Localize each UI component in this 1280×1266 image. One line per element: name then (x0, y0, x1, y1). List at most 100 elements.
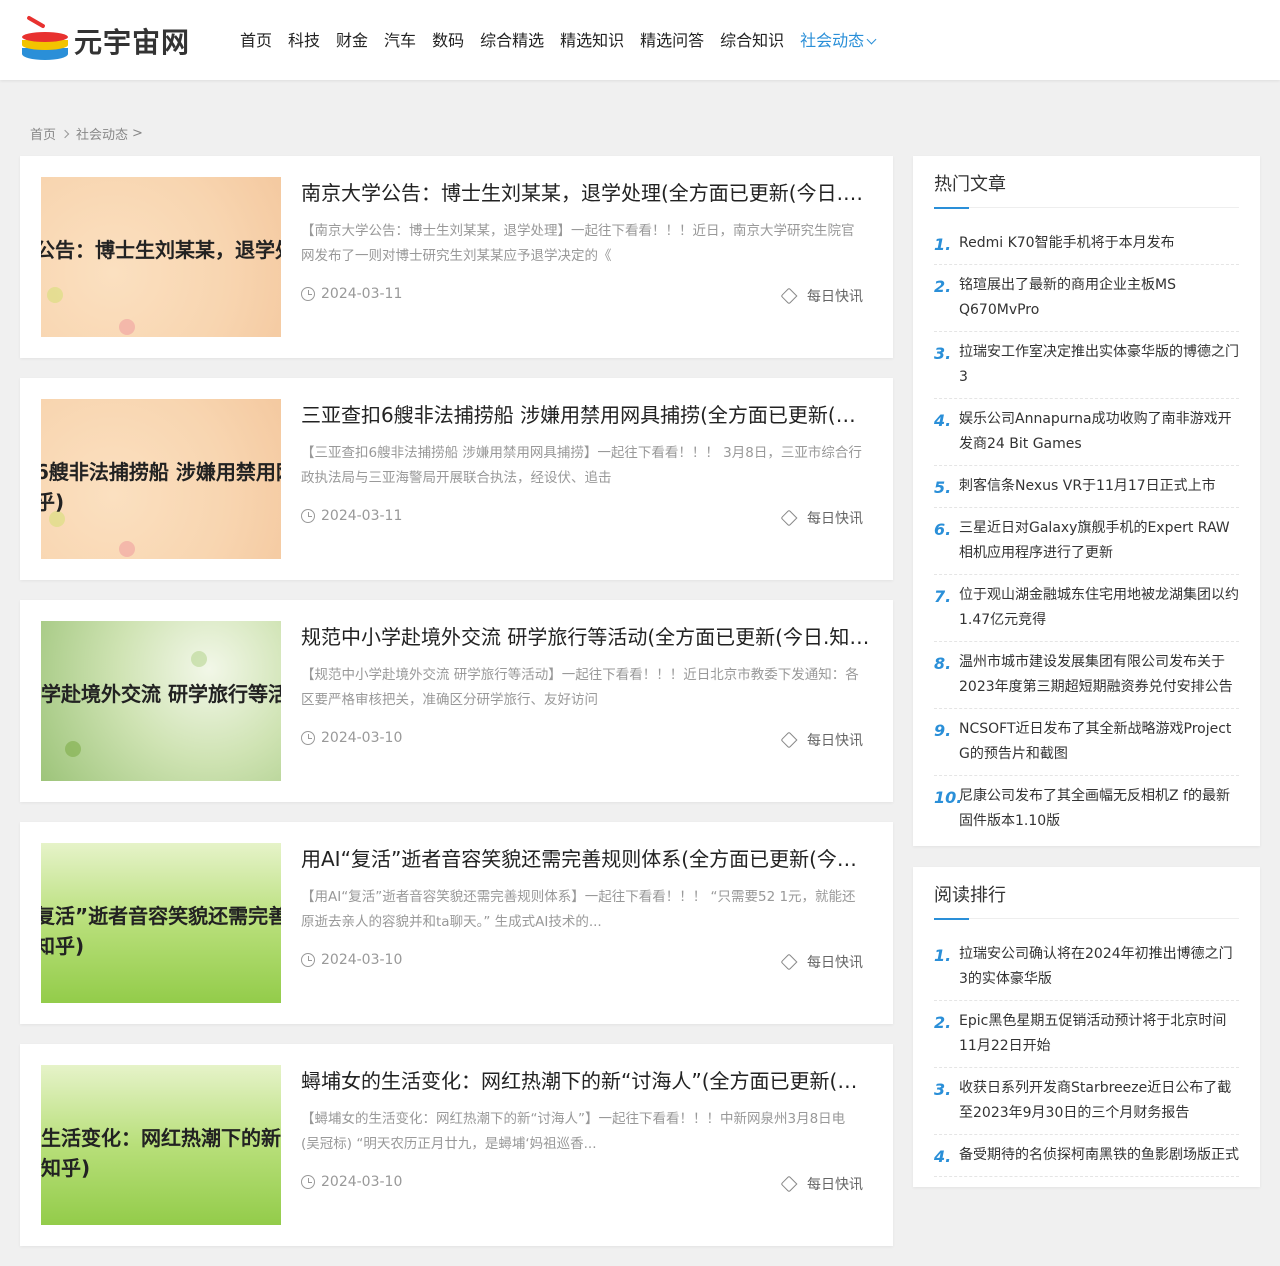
list-item[interactable]: 10. 尼康公司发布了其全画幅无反相机Z f的最新固件版本1.10版 (934, 776, 1239, 842)
list-item-text: 尼康公司发布了其全画幅无反相机Z f的最新固件版本1.10版 (959, 788, 1230, 829)
article-tag[interactable]: 每日快讯 (780, 952, 863, 972)
article-date-text: 2024-03-11 (321, 508, 403, 524)
list-item[interactable]: 5. 刺客信条Nexus VR于11月17日正式上市 (934, 466, 1239, 508)
rank-number: 5. (934, 478, 952, 497)
article-date-text: 2024-03-11 (321, 286, 403, 302)
tag-icon (780, 509, 798, 527)
nav-item-featured[interactable]: 综合精选 (480, 28, 544, 54)
article-title[interactable]: 南京大学公告：博士生刘某某，退学处理(全方面已更新(今日.知乎) (301, 178, 871, 208)
clock-icon (301, 953, 315, 967)
thumbnail-caption: 学赴境外交流 研学旅行等活动 (41, 682, 281, 706)
list-item-text: Redmi K70智能手机将于本月发布 (959, 235, 1175, 251)
clock-icon (301, 1175, 315, 1189)
nav-item-social[interactable]: 社会动态 (800, 28, 877, 54)
article-date-text: 2024-03-10 (321, 1174, 403, 1190)
list-item-text: 三星近日对Galaxy旗舰手机的Expert RAW相机应用程序进行了更新 (959, 520, 1230, 561)
article-thumbnail[interactable]: 学赴境外交流 研学旅行等活动 (41, 621, 281, 781)
nav-item-knowledge[interactable]: 精选知识 (560, 28, 624, 54)
article-thumbnail[interactable]: 6艘非法捕捞船 涉嫌用禁用网 乎) (41, 399, 281, 559)
rank-number: 3. (934, 1080, 952, 1099)
chevron-right-icon (60, 129, 70, 138)
list-item-text: 温州市城市建设发展集团有限公司发布关于2023年度第三期超短期融资券兑付安排公告 (959, 654, 1233, 695)
article-summary: 【三亚查扣6艘非法捕捞船 涉嫌用禁用网具捕捞】一起往下看看！！！ 3月8日，三亚… (301, 445, 862, 486)
thumbnail-caption: 6艘非法捕捞船 涉嫌用禁用网 乎) (41, 457, 281, 517)
nav-item-digital[interactable]: 数码 (432, 28, 464, 54)
article-tag[interactable]: 每日快讯 (780, 286, 863, 306)
article-tag-text: 每日快讯 (807, 1177, 863, 1193)
clock-icon (301, 731, 315, 745)
list-item-text: 刺客信条Nexus VR于11月17日正式上市 (959, 478, 1216, 494)
article-tag[interactable]: 每日快讯 (780, 730, 863, 750)
list-item-text: 拉瑞安公司确认将在2024年初推出博德之门3的实体豪华版 (959, 946, 1233, 987)
tag-icon (780, 953, 798, 971)
article-thumbnail[interactable]: 复活”逝者音容笑貌还需完善 知乎) (41, 843, 281, 1003)
article-tag-text: 每日快讯 (807, 511, 863, 527)
thumbnail-caption: 复活”逝者音容笑貌还需完善 知乎) (41, 901, 281, 961)
article-tag[interactable]: 每日快讯 (780, 1174, 863, 1194)
list-item[interactable]: 7. 位于观山湖金融城东住宅用地被龙湖集团以约1.47亿元竞得 (934, 575, 1239, 642)
breadcrumb-current[interactable]: 社会动态 (76, 124, 128, 143)
article-title[interactable]: 规范中小学赴境外交流 研学旅行等活动(全方面已更新(今日.知乎) (301, 622, 871, 652)
list-item-text: 铭瑄展出了最新的商用企业主板MS Q670MvPro (959, 277, 1176, 318)
clock-icon (301, 509, 315, 523)
article-summary: 【用AI“复活”逝者音容笑貌还需完善规则体系】一起往下看看！！！ “只需要52 … (301, 889, 856, 930)
article-summary: 【蟳埔女的生活变化：网红热潮下的新“讨海人”】一起往下看看！！！中新网泉州3月8… (301, 1111, 846, 1152)
main-nav: 首页 科技 财金 汽车 数码 综合精选 精选知识 精选问答 综合知识 社会动态 (240, 28, 891, 54)
rank-number: 3. (934, 344, 952, 363)
article-thumbnail[interactable]: 公告：博士生刘某某，退学处 (41, 177, 281, 337)
list-item[interactable]: 3. 收获日系列开发商Starbreeze近日公布了截至2023年9月30日的三个… (934, 1068, 1239, 1135)
hot-articles-widget: 热门文章 1. Redmi K70智能手机将于本月发布 2. 铭瑄展出了最新的商用企… (913, 156, 1260, 846)
list-item-text: NCSOFT近日发布了其全新战略游戏Project G的预告片和截图 (959, 721, 1232, 762)
list-item-text: 备受期待的名侦探柯南黑铁的鱼影剧场版正式 (959, 1147, 1239, 1163)
site-logo[interactable]: 元宇宙网 (22, 15, 202, 66)
thumbnail-caption-line2: 知乎) (41, 934, 85, 958)
rank-number: 1. (934, 235, 952, 254)
tag-icon (780, 1175, 798, 1193)
list-item[interactable]: 4. 备受期待的名侦探柯南黑铁的鱼影剧场版正式 (934, 1135, 1239, 1177)
article-tag-text: 每日快讯 (807, 733, 863, 749)
breadcrumb-home[interactable]: 首页 (30, 124, 56, 143)
nav-item-auto[interactable]: 汽车 (384, 28, 416, 54)
list-item[interactable]: 6. 三星近日对Galaxy旗舰手机的Expert RAW相机应用程序进行了更新 (934, 508, 1239, 575)
list-item-text: 位于观山湖金融城东住宅用地被龙湖集团以约1.47亿元竞得 (959, 587, 1239, 628)
widget-title: 阅读排行 (934, 885, 1006, 906)
article-thumbnail[interactable]: 生活变化：网红热潮下的新“ 知乎) (41, 1065, 281, 1225)
article-card: 公告：博士生刘某某，退学处 南京大学公告：博士生刘某某，退学处理(全方面已更新(… (20, 156, 893, 358)
breadcrumb-trail-sep: > (132, 126, 143, 141)
thumbnail-caption-line2: 乎) (41, 490, 65, 514)
logo-icon (22, 15, 68, 64)
article-card: 复活”逝者音容笑貌还需完善 知乎) 用AI“复活”逝者音容笑貌还需完善规则体系(全… (20, 822, 893, 1024)
list-item[interactable]: 2. 铭瑄展出了最新的商用企业主板MS Q670MvPro (934, 265, 1239, 332)
article-date-text: 2024-03-10 (321, 730, 403, 746)
article-summary: 【规范中小学赴境外交流 研学旅行等活动】一起往下看看！！！近日北京市教委下发通知… (301, 667, 859, 708)
list-item[interactable]: 8. 温州市城市建设发展集团有限公司发布关于2023年度第三期超短期融资券兑付安排… (934, 642, 1239, 709)
article-title[interactable]: 用AI“复活”逝者音容笑貌还需完善规则体系(全方面已更新(今日.知乎) (301, 844, 871, 874)
list-item[interactable]: 3. 拉瑞安工作室决定推出实体豪华版的博德之门3 (934, 332, 1239, 399)
thumbnail-caption-line1: 生活变化：网红热潮下的新“ (41, 1126, 281, 1150)
nav-item-qa[interactable]: 精选问答 (640, 28, 704, 54)
list-item[interactable]: 4. 娱乐公司Annapurna成功收购了南非游戏开发商24 Bit Games (934, 399, 1239, 466)
nav-item-tech[interactable]: 科技 (288, 28, 320, 54)
list-item[interactable]: 1. 拉瑞安公司确认将在2024年初推出博德之门3的实体豪华版 (934, 934, 1239, 1001)
rank-number: 10. (934, 788, 963, 807)
article-title[interactable]: 蟳埔女的生活变化：网红热潮下的新“讨海人”(全方面已更新(今日.知乎) (301, 1066, 871, 1096)
nav-item-finance[interactable]: 财金 (336, 28, 368, 54)
thumbnail-caption-line1: 复活”逝者音容笑貌还需完善 (41, 904, 281, 928)
list-item[interactable]: 1. Redmi K70智能手机将于本月发布 (934, 223, 1239, 265)
tag-icon (780, 287, 798, 305)
list-item[interactable]: 2. Epic黑色星期五促销活动预计将于北京时间11月22日开始 (934, 1001, 1239, 1068)
nav-item-general[interactable]: 综合知识 (720, 28, 784, 54)
rank-number: 6. (934, 520, 952, 539)
hot-list: 1. Redmi K70智能手机将于本月发布 2. 铭瑄展出了最新的商用企业主板MS… (934, 223, 1239, 842)
article-summary: 【南京大学公告：博士生刘某某，退学处理】一起往下看看！！！近日，南京大学研究生院… (301, 223, 855, 264)
nav-item-home[interactable]: 首页 (240, 28, 272, 54)
widget-divider (934, 207, 1239, 208)
article-title[interactable]: 三亚查扣6艘非法捕捞船 涉嫌用禁用网具捕捞(全方面已更新(今日.知乎) (301, 400, 871, 430)
article-tag-text: 每日快讯 (807, 289, 863, 305)
article-tag[interactable]: 每日快讯 (780, 508, 863, 528)
widget-divider (934, 918, 1239, 919)
site-name: 元宇宙网 (74, 26, 191, 59)
rank-number: 8. (934, 654, 952, 673)
list-item[interactable]: 9. NCSOFT近日发布了其全新战略游戏Project G的预告片和截图 (934, 709, 1239, 776)
list-item-text: 娱乐公司Annapurna成功收购了南非游戏开发商24 Bit Games (959, 411, 1232, 452)
